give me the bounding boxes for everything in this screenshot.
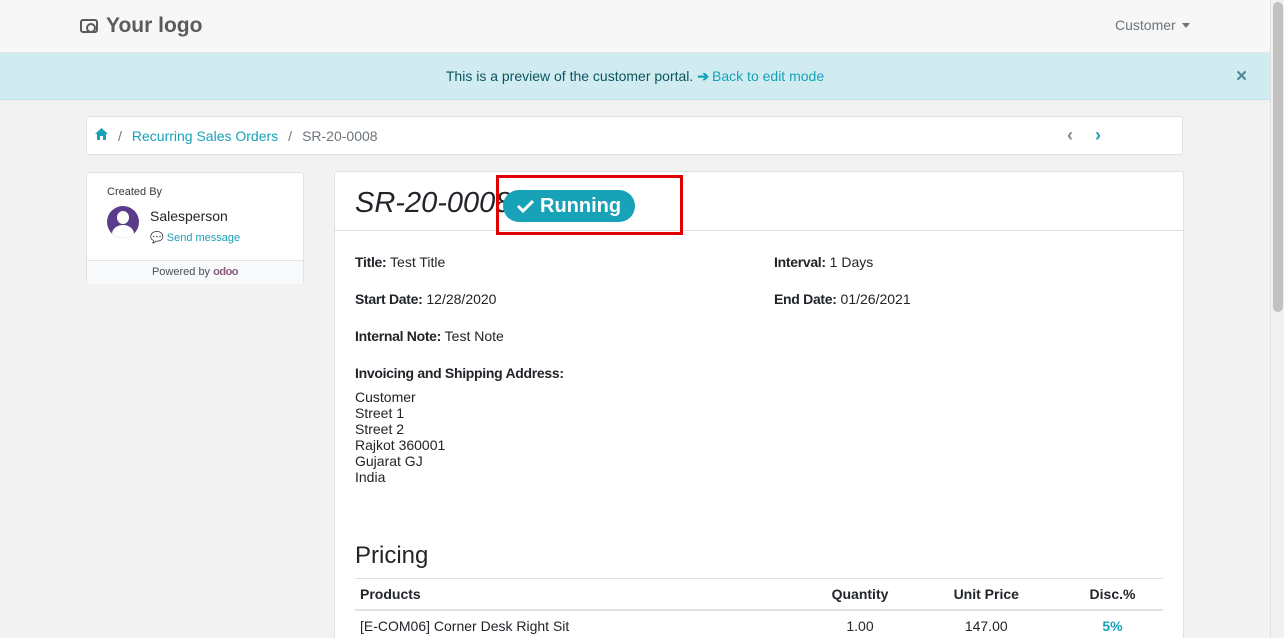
table-header-row: Products Quantity Unit Price Disc.% (355, 578, 1163, 611)
product-cell: [E-COM06] Corner Desk Right Sit (360, 617, 570, 634)
page-scrollbar[interactable] (1270, 0, 1284, 638)
end-date-label: End Date: (774, 291, 837, 307)
discount-cell: 5% (1102, 617, 1123, 634)
end-date-value: 01/26/2021 (840, 291, 911, 307)
start-date-value: 12/28/2020 (426, 291, 497, 307)
caret-down-icon (1181, 22, 1190, 28)
end-date-field: End Date: 01/26/2021 (774, 291, 911, 307)
preview-text: This is a preview of the customer portal… (445, 68, 694, 84)
document-title: SR-20-0008 (355, 187, 512, 219)
column-header-products: Products (355, 578, 810, 611)
address-line: Customer (355, 389, 416, 405)
breadcrumb-separator: / (118, 127, 122, 144)
odoo-logo[interactable]: odoo (213, 266, 238, 278)
logo-text: Your logo (106, 14, 203, 37)
close-banner-button[interactable]: × (1236, 66, 1247, 88)
breadcrumb: / Recurring Sales Orders / SR-20-0008 ‹ … (86, 116, 1183, 155)
record-pager: ‹ › (1067, 125, 1101, 146)
camera-icon (80, 19, 98, 33)
breadcrumb-separator: / (288, 127, 293, 144)
column-header-quantity: Quantity (809, 578, 911, 611)
user-menu[interactable]: Customer (1115, 17, 1190, 33)
comment-icon: 💬 (150, 232, 164, 244)
start-date-field: Start Date: 12/28/2020 (355, 291, 496, 307)
column-header-discount: Disc.% (1062, 578, 1163, 611)
scrollbar-thumb[interactable] (1273, 2, 1283, 312)
address-line: Street 2 (355, 421, 405, 437)
back-to-edit-link[interactable]: Back to edit mode (712, 68, 824, 84)
salesperson-name: Salesperson (150, 208, 228, 224)
send-message-label: Send message (166, 232, 241, 244)
company-logo[interactable]: Your logo (80, 12, 202, 40)
preview-banner: This is a preview of the customer portal… (0, 53, 1270, 100)
powered-by-label: Powered by (151, 266, 211, 278)
chevron-left-icon[interactable]: ‹ (1067, 125, 1073, 146)
unit-price-cell: 147.00 (964, 617, 1008, 634)
internal-note-label: Internal Note: (355, 328, 442, 344)
send-message-link[interactable]: 💬 Send message (150, 231, 240, 244)
address-line: Gujarat GJ (355, 453, 423, 469)
start-date-label: Start Date: (355, 291, 423, 307)
chevron-right-icon[interactable]: › (1095, 125, 1101, 146)
internal-note-value: Test Note (444, 328, 504, 344)
interval-label: Interval: (774, 254, 826, 270)
breadcrumb-current: SR-20-0008 (302, 127, 378, 144)
created-by-label: Created By (107, 186, 163, 198)
table-row: [E-COM06] Corner Desk Right Sit 1.00 147… (355, 610, 1163, 638)
address-block: Customer Street 1 Street 2 Rajkot 360001… (355, 389, 445, 485)
highlight-box (496, 175, 683, 235)
quantity-cell: 1.00 (846, 617, 874, 634)
avatar (107, 206, 139, 238)
internal-note-field: Internal Note: Test Note (355, 328, 504, 344)
home-icon[interactable] (95, 128, 108, 143)
address-line: India (355, 469, 386, 485)
document-header: SR-20-0008 Running (335, 172, 1183, 235)
address-line: Street 1 (355, 405, 405, 421)
user-menu-label: Customer (1115, 17, 1176, 33)
powered-by-footer: Powered by odoo (87, 260, 303, 284)
interval-field: Interval: 1 Days (774, 254, 873, 270)
arrow-right-icon: ➔ (697, 67, 710, 84)
column-header-unit-price: Unit Price (910, 578, 1062, 611)
pricing-heading: Pricing (355, 542, 429, 569)
interval-value: 1 Days (829, 254, 874, 270)
title-field: Title: Test Title (355, 254, 445, 270)
breadcrumb-recurring-orders[interactable]: Recurring Sales Orders (132, 128, 278, 144)
address-label: Invoicing and Shipping Address: (355, 365, 564, 381)
sidebar-card: Created By Salesperson 💬 Send message Po… (86, 172, 304, 284)
title-label: Title: (355, 254, 387, 270)
address-line: Rajkot 360001 (355, 437, 446, 453)
top-navbar: Your logo Customer (0, 0, 1270, 53)
main-card: SR-20-0008 Running Title: Test Title Int… (334, 171, 1184, 638)
title-value: Test Title (390, 254, 446, 270)
address-heading: Invoicing and Shipping Address: (355, 365, 564, 381)
pricing-table: Products Quantity Unit Price Disc.% [E-C… (355, 578, 1163, 638)
